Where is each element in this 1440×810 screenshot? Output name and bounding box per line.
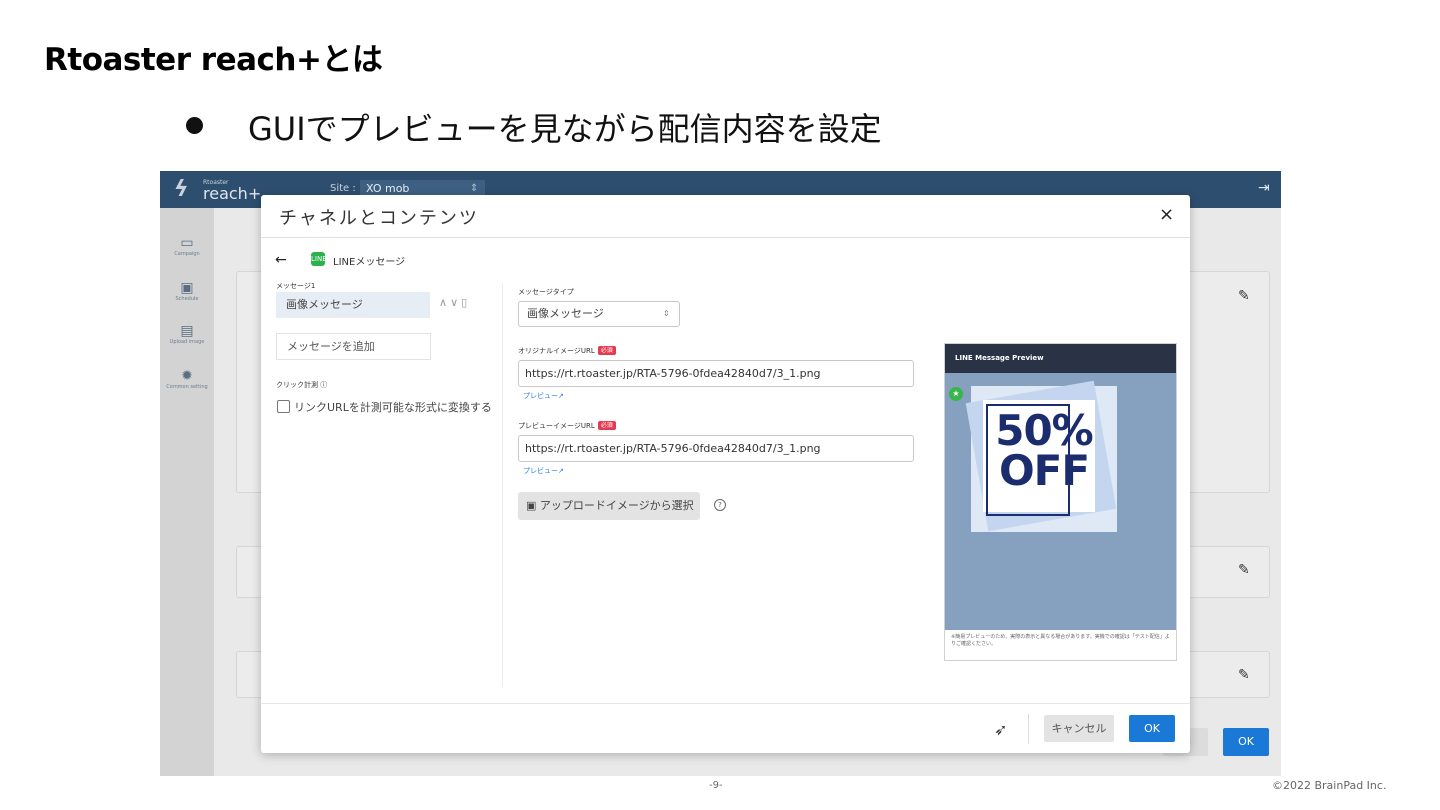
pencil-icon[interactable]: ✎ bbox=[1238, 288, 1250, 304]
chevron-down-icon[interactable]: ∨ bbox=[450, 296, 461, 309]
column-divider bbox=[502, 283, 503, 687]
sidebar-item-common-setting[interactable]: ✹ Common setting bbox=[160, 368, 214, 390]
channel-label: LINEメッセージ bbox=[333, 257, 406, 268]
required-badge: 必須 bbox=[597, 346, 616, 355]
url-convert-checkbox[interactable] bbox=[277, 400, 290, 413]
star-icon: ★ bbox=[949, 387, 963, 401]
send-test-icon[interactable]: ➶ bbox=[994, 720, 1007, 739]
sidebar: ▭ Campaign ▣ Schedule ▤ Upload image ✹ C… bbox=[160, 208, 214, 776]
message-number-label: メッセージ1 bbox=[276, 282, 316, 290]
preview-url-input[interactable]: https://rt.rtoaster.jp/RTA-5796-0fdea428… bbox=[518, 435, 914, 462]
preview-body: ★ 50% OFF bbox=[945, 373, 1176, 630]
close-icon[interactable]: × bbox=[1159, 204, 1174, 225]
message-tools: ∧∨▯ bbox=[439, 296, 470, 309]
gear-icon: ✹ bbox=[181, 368, 193, 384]
coupon-text: 50% OFF bbox=[995, 406, 1094, 495]
line-logo-icon: LINE bbox=[311, 252, 327, 266]
message-type-select[interactable]: 画像メッセージ bbox=[518, 301, 680, 327]
copyright: ©2022 BrainPad Inc. bbox=[1272, 779, 1387, 792]
external-link-icon: ↗ bbox=[558, 392, 564, 400]
app-screenshot: ϟ Rtoaster reach+ Site : XO mob ⇕ ⇥ ▭ Ca… bbox=[160, 171, 1281, 776]
original-url-input[interactable]: https://rt.rtoaster.jp/RTA-5796-0fdea428… bbox=[518, 360, 914, 387]
cancel-button[interactable]: キャンセル bbox=[1044, 715, 1114, 742]
divider bbox=[261, 703, 1190, 704]
calendar-icon: ▣ bbox=[180, 280, 194, 296]
checkbox-label: リンクURLを計測可能な形式に変換する bbox=[294, 401, 492, 414]
back-arrow-icon[interactable]: ← bbox=[275, 252, 287, 268]
sidebar-item-upload-image[interactable]: ▤ Upload image bbox=[160, 323, 214, 345]
image-icon: ▣ bbox=[526, 499, 540, 512]
background-ok-button[interactable]: OK bbox=[1223, 728, 1269, 756]
preview-url-label: プレビューイメージURL 必須 bbox=[518, 421, 616, 431]
pencil-icon[interactable]: ✎ bbox=[1238, 667, 1250, 683]
preview-image-link[interactable]: プレビュー↗ bbox=[523, 466, 564, 476]
add-message-button[interactable]: メッセージを追加 bbox=[276, 333, 431, 360]
channel-content-modal: チャネルとコンテンツ × ← LINE LINEメッセージ メッセージ1 画像メ… bbox=[261, 195, 1190, 753]
message-list-item[interactable]: 画像メッセージ bbox=[276, 292, 430, 318]
modal-title: チャネルとコンテンツ bbox=[279, 208, 479, 229]
pencil-icon[interactable]: ✎ bbox=[1238, 562, 1250, 578]
logo-icon: ϟ bbox=[174, 177, 189, 202]
site-label: Site : bbox=[330, 183, 356, 194]
preview-note: ※簡易プレビューのため、実際の表示と異なる場合があります。実機での確認は「テスト… bbox=[951, 634, 1170, 647]
ok-button[interactable]: OK bbox=[1129, 715, 1175, 742]
sidebar-item-schedule[interactable]: ▣ Schedule bbox=[160, 280, 214, 302]
slide-title: Rtoaster reach+とは bbox=[44, 42, 383, 78]
chat-icon: ▭ bbox=[180, 235, 194, 251]
bullet-point bbox=[186, 117, 203, 134]
divider bbox=[1028, 714, 1029, 744]
external-link-icon: ↗ bbox=[558, 467, 564, 475]
bullet-text: GUIでプレビューを見ながら配信内容を設定 bbox=[248, 110, 882, 148]
original-url-label: オリジナルイメージURL 必須 bbox=[518, 346, 616, 356]
app-logo: reach+ bbox=[203, 184, 262, 203]
upload-image-select-button[interactable]: ▣ アップロードイメージから選択 bbox=[518, 492, 700, 520]
original-preview-link[interactable]: プレビュー↗ bbox=[523, 391, 564, 401]
image-icon: ▤ bbox=[180, 323, 194, 339]
sidebar-item-campaign[interactable]: ▭ Campaign bbox=[160, 235, 214, 257]
required-badge: 必須 bbox=[597, 421, 616, 430]
divider bbox=[261, 237, 1190, 238]
trash-icon[interactable]: ▯ bbox=[461, 296, 470, 309]
message-type-label: メッセージタイプ bbox=[518, 288, 574, 296]
preview-header: LINE Message Preview bbox=[945, 344, 1176, 373]
help-icon[interactable]: ? bbox=[714, 499, 726, 511]
chevron-updown-icon: ⇕ bbox=[663, 309, 670, 318]
page-number: -9- bbox=[709, 780, 723, 791]
logout-icon[interactable]: ⇥ bbox=[1258, 181, 1272, 195]
click-tracking-label: クリック計測 ⓘ bbox=[276, 381, 328, 389]
line-message-preview: LINE Message Preview ★ 50% OFF ※簡易プレビューの… bbox=[944, 343, 1177, 661]
chevron-up-icon[interactable]: ∧ bbox=[439, 296, 450, 309]
